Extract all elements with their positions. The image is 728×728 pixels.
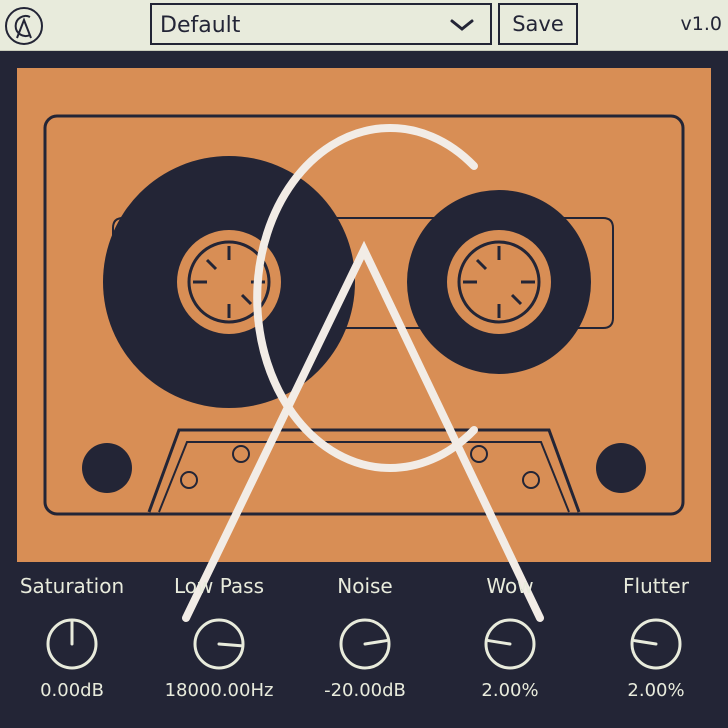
saturation-label: Saturation [19,574,125,598]
preset-value: Default [160,13,241,38]
saturation-knob[interactable] [44,616,100,672]
wow-control: Wow 2.00% [445,568,575,718]
cassette-illustration [43,114,685,516]
cassette-artwork [17,68,711,562]
chevron-down-icon [450,19,474,31]
wow-label: Wow [486,574,534,598]
ca-logo-icon [5,7,43,45]
noise-label: Noise [337,574,393,598]
flutter-label: Flutter [623,574,689,598]
version-label: v1.0 [680,13,722,35]
low-pass-knob[interactable] [191,616,247,672]
wow-value: 2.00% [481,680,539,701]
flutter-knob[interactable] [628,616,684,672]
noise-control: Noise -20.00dB [300,568,430,718]
flutter-control: Flutter 2.00% [591,568,721,718]
noise-knob[interactable] [337,616,393,672]
preset-dropdown[interactable]: Default [150,3,492,45]
noise-value: -20.00dB [324,680,406,701]
save-button[interactable]: Save [498,3,578,45]
header-bar: Default Save v1.0 [0,0,728,51]
flutter-value: 2.00% [627,680,685,701]
low-pass-value: 18000.00Hz [164,680,274,701]
wow-knob[interactable] [482,616,538,672]
low-pass-label: Low Pass [174,574,264,598]
low-pass-control: Low Pass 18000.00Hz [154,568,284,718]
saturation-value: 0.00dB [40,680,104,701]
saturation-control: Saturation 0.00dB [7,568,137,718]
